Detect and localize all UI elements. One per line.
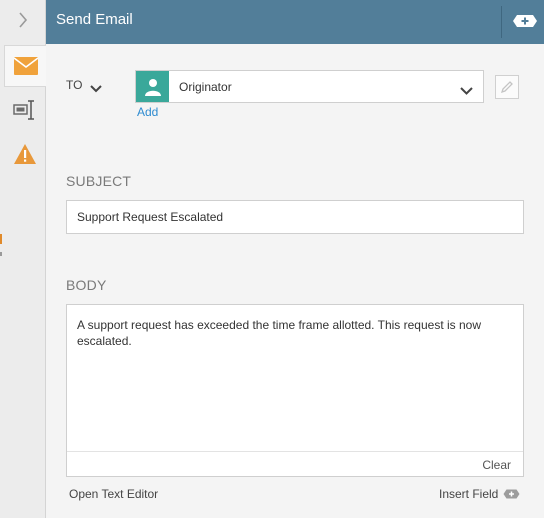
- panel-title: Send Email: [56, 11, 133, 28]
- open-text-editor-link[interactable]: Open Text Editor: [69, 487, 158, 501]
- insert-field-icon: [503, 489, 520, 499]
- body-text[interactable]: A support request has exceeded the time …: [77, 317, 507, 349]
- user-icon: [144, 78, 161, 96]
- tab-warnings[interactable]: [4, 134, 46, 174]
- body-label: BODY: [66, 277, 107, 293]
- clear-button[interactable]: Clear: [482, 458, 511, 472]
- insert-field-header-button[interactable]: [512, 14, 538, 33]
- to-label: TO: [66, 78, 83, 92]
- chevron-right-icon: [19, 12, 28, 28]
- recipient-value: Originator: [179, 80, 232, 94]
- warning-icon: [14, 144, 36, 164]
- avatar: [136, 71, 169, 102]
- subject-input[interactable]: [66, 200, 524, 234]
- chevron-down-icon: [460, 87, 473, 95]
- header-divider: [501, 6, 502, 38]
- to-type-dropdown[interactable]: [90, 80, 102, 98]
- tab-fields[interactable]: [4, 90, 46, 130]
- insert-field-icon: [513, 15, 537, 27]
- recipient-select[interactable]: Originator: [135, 70, 484, 103]
- pencil-icon: [500, 81, 513, 94]
- edit-recipient-button[interactable]: [495, 75, 519, 99]
- left-rail: [0, 0, 46, 518]
- subject-label: SUBJECT: [66, 173, 132, 189]
- email-form: TO Originator Add SUBJECT BODY A support…: [46, 44, 544, 518]
- add-recipient-link[interactable]: Add: [137, 105, 158, 119]
- collapse-panel-button[interactable]: [0, 0, 46, 40]
- rail-edge-marker: [0, 234, 2, 244]
- rail-edge-marker: [0, 252, 2, 256]
- tab-email[interactable]: [4, 45, 46, 87]
- body-divider: [67, 451, 523, 452]
- text-cursor-icon: [13, 100, 34, 120]
- recipient-dropdown-arrow[interactable]: [460, 82, 473, 100]
- insert-field-button[interactable]: Insert Field: [439, 487, 520, 501]
- body-textarea[interactable]: A support request has exceeded the time …: [66, 304, 524, 477]
- insert-field-label: Insert Field: [439, 487, 499, 501]
- envelope-icon: [13, 57, 38, 75]
- panel-header: Send Email: [46, 0, 544, 44]
- chevron-down-icon: [90, 85, 102, 93]
